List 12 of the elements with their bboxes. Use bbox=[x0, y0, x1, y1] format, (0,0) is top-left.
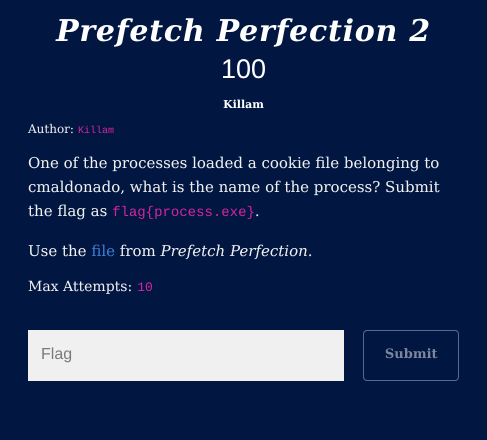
attempts-value: 10 bbox=[137, 278, 153, 296]
submit-button[interactable]: Submit bbox=[363, 330, 459, 380]
points: 100 bbox=[220, 53, 266, 85]
author-name: Killam bbox=[78, 124, 114, 138]
file-link[interactable]: file bbox=[91, 242, 116, 260]
attempts-label: Max Attempts: bbox=[28, 278, 132, 296]
challenge-title: Prefetch Perfection 2 bbox=[56, 14, 431, 50]
description-paragraph: Use the file from Prefetch Perfection. bbox=[28, 240, 314, 262]
author-label: Author: bbox=[28, 120, 74, 138]
category-tag: Killam bbox=[223, 97, 264, 114]
flag-input-field[interactable]: Flag bbox=[28, 330, 344, 380]
description-paragraph: One of the processes loaded a cookie file belonging to cmaldonado, what is the name of the process? Submit the flag as flag{process.exe}. bbox=[28, 152, 441, 222]
